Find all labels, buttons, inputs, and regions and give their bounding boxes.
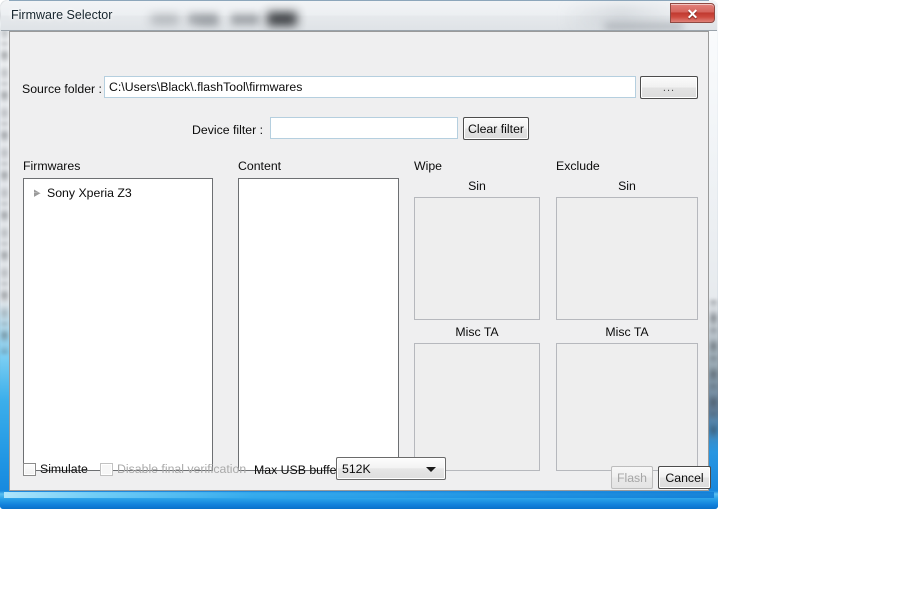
window-border-bottom-sheen bbox=[4, 492, 714, 498]
title-bar[interactable]: Firmware Selector ✕ bbox=[1, 1, 717, 31]
wipe-miscta-header: Misc TA bbox=[455, 325, 499, 339]
firmwares-panel-header: Firmwares bbox=[23, 159, 81, 173]
checkbox-box-icon bbox=[23, 462, 36, 476]
dialog-window: Firmware Selector ✕ Source folder : ... … bbox=[0, 0, 718, 509]
desktop-blur-artifact bbox=[151, 15, 179, 24]
simulate-checkbox[interactable]: Simulate bbox=[23, 461, 88, 477]
device-filter-label: Device filter : bbox=[192, 123, 264, 137]
tree-item-label: Sony Xperia Z3 bbox=[47, 186, 132, 200]
dialog-client-area: Source folder : ... Device filter : Clea… bbox=[9, 31, 711, 491]
checkbox-box-icon bbox=[100, 462, 113, 476]
wipe-panel-header: Wipe bbox=[414, 159, 443, 173]
clear-filter-button[interactable]: Clear filter bbox=[463, 117, 529, 140]
desktop-blur-right bbox=[710, 300, 717, 440]
content-panel-header: Content bbox=[238, 159, 282, 173]
max-usb-buffer-label: Max USB buffer bbox=[254, 463, 341, 477]
source-folder-label: Source folder : bbox=[22, 82, 102, 96]
disable-final-verification-checkbox[interactable]: Disable final verification bbox=[100, 461, 246, 477]
close-icon: ✕ bbox=[686, 6, 699, 22]
chevron-right-icon[interactable] bbox=[30, 186, 44, 200]
desktop-blur-artifact bbox=[231, 14, 259, 25]
close-button[interactable]: ✕ bbox=[670, 3, 715, 23]
exclude-sin-list[interactable] bbox=[556, 197, 698, 320]
wipe-miscta-list[interactable] bbox=[414, 343, 540, 471]
chevron-down-icon bbox=[426, 467, 436, 472]
disable-final-verification-label: Disable final verification bbox=[117, 462, 247, 476]
window-title: Firmware Selector bbox=[11, 8, 113, 22]
content-list[interactable] bbox=[238, 178, 399, 471]
wipe-sin-list[interactable] bbox=[414, 197, 540, 320]
desktop-blur-artifact bbox=[188, 13, 218, 25]
device-filter-input[interactable] bbox=[270, 117, 458, 139]
source-folder-input[interactable] bbox=[104, 76, 636, 98]
desktop-blur-artifact bbox=[267, 12, 297, 26]
exclude-miscta-list[interactable] bbox=[556, 343, 698, 471]
exclude-sin-header: Sin bbox=[618, 179, 636, 193]
window-border-left bbox=[0, 0, 9, 509]
exclude-panel-header: Exclude bbox=[556, 159, 600, 173]
simulate-checkbox-label: Simulate bbox=[40, 462, 88, 476]
firmwares-tree[interactable]: Sony Xperia Z3 bbox=[23, 178, 213, 471]
desktop-blur-artifact bbox=[605, 23, 683, 30]
window-border-right bbox=[709, 0, 718, 509]
wipe-sin-header: Sin bbox=[468, 179, 486, 193]
flash-button[interactable]: Flash bbox=[611, 466, 653, 489]
browse-folder-button[interactable]: ... bbox=[640, 76, 698, 99]
max-usb-buffer-value: 512K bbox=[342, 462, 371, 476]
desktop-blur-left bbox=[1, 2, 8, 354]
exclude-miscta-header: Misc TA bbox=[605, 325, 649, 339]
tree-item-firmware[interactable]: Sony Xperia Z3 bbox=[30, 184, 132, 202]
cancel-button[interactable]: Cancel bbox=[658, 466, 711, 489]
max-usb-buffer-select[interactable]: 512K bbox=[336, 457, 446, 480]
window-border-bottom bbox=[0, 491, 718, 509]
